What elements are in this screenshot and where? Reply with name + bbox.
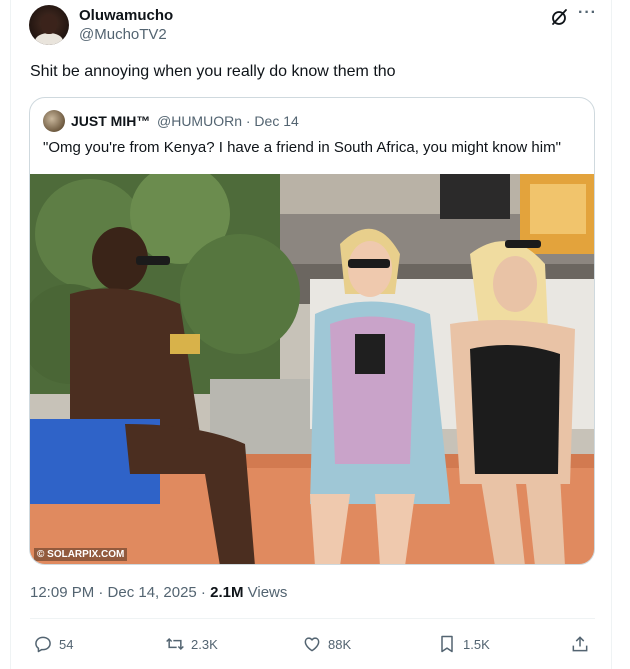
bookmark-icon xyxy=(441,635,453,653)
like-icon xyxy=(304,637,320,652)
avatar[interactable] xyxy=(29,5,69,45)
tweet-text: Shit be annoying when you really do know… xyxy=(30,63,396,80)
repost-button[interactable]: 2.3K xyxy=(165,633,218,655)
like-count: 88K xyxy=(328,636,352,652)
divider xyxy=(611,0,612,669)
timestamp[interactable]: 12:09 PM · Dec 14, 2025 · xyxy=(30,584,210,601)
grok-icon[interactable] xyxy=(549,7,569,27)
quoted-text: "Omg you're from Kenya? I have a friend … xyxy=(43,139,561,156)
divider xyxy=(30,618,595,619)
repost-icon xyxy=(166,637,184,651)
like-button[interactable]: 88K xyxy=(302,633,351,655)
quoted-photo[interactable]: © SOLARPIX.COM xyxy=(30,174,594,564)
share-icon xyxy=(572,636,588,652)
share-button[interactable] xyxy=(570,633,590,655)
reply-count: 54 xyxy=(59,636,74,652)
photo-watermark: © SOLARPIX.COM xyxy=(34,548,128,561)
quoted-tweet[interactable]: JUST MIH™ @HUMUORn · Dec 14 "Omg you're … xyxy=(29,97,595,565)
quoted-avatar[interactable] xyxy=(43,110,65,132)
tweet-container: Oluwamucho @MuchoTV2 ··· Shit be annoyin… xyxy=(0,0,630,669)
bookmark-button[interactable]: 1.5K xyxy=(437,633,490,655)
quoted-handle-date[interactable]: @HUMUORn · Dec 14 xyxy=(157,113,299,129)
divider xyxy=(10,0,11,669)
views-label: Views xyxy=(243,584,288,601)
repost-count: 2.3K xyxy=(191,636,218,652)
tweet-meta: 12:09 PM · Dec 14, 2025 · 2.1M Views xyxy=(30,584,287,601)
bookmark-count: 1.5K xyxy=(463,636,490,652)
more-icon[interactable]: ··· xyxy=(578,4,598,24)
reply-button[interactable]: 54 xyxy=(33,633,73,655)
views-count: 2.1M xyxy=(210,584,244,601)
display-name[interactable]: Oluwamucho xyxy=(79,7,173,24)
handle[interactable]: @MuchoTV2 xyxy=(79,26,167,43)
quoted-display-name[interactable]: JUST MIH™ xyxy=(71,113,150,129)
reply-icon xyxy=(35,636,51,653)
